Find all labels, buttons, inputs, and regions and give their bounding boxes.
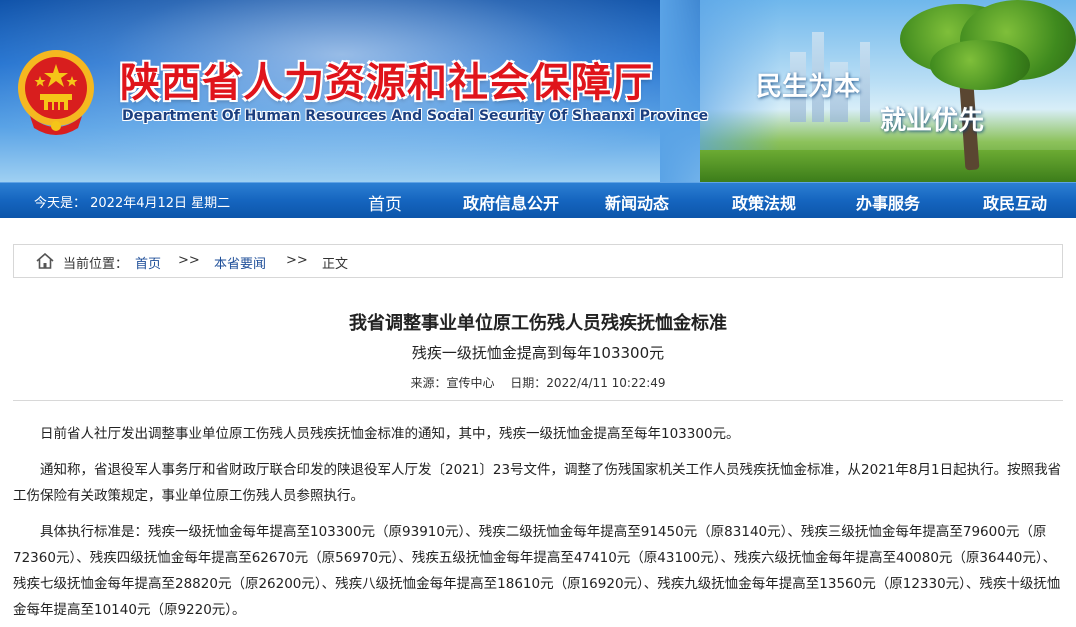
breadcrumb-separator: >> [178, 253, 200, 268]
nav-item-home[interactable]: 首页 [368, 190, 402, 215]
home-icon [36, 253, 54, 269]
breadcrumb-section-link[interactable]: 本省要闻 [214, 253, 266, 272]
article-divider [13, 400, 1063, 401]
article-paragraph: 具体执行标准是：残疾一级抚恤金每年提高至103300元（原93910元）、残疾二… [13, 524, 1061, 618]
nav-item-gov-info[interactable]: 政府信息公开 [463, 190, 559, 214]
breadcrumb-prefix: 当前位置： [63, 257, 129, 272]
article-title: 我省调整事业单位原工伤残人员残疾抚恤金标准 [349, 313, 727, 334]
current-date: 今天是： 2022年4月12日 星期二 [34, 196, 231, 211]
article-paragraph: 通知称，省退役军人事务厅和省财政厅联合印发的陕退役军人厅发〔2021〕23号文件… [13, 462, 1062, 504]
banner-building [860, 42, 870, 122]
site-title-cn: 陕西省人力资源和社会保障厅 [120, 60, 653, 106]
article-meta: 来源：宣传中心 日期：2022/4/11 10:22:49 [0, 374, 1076, 391]
site-banner: 陕西省人力资源和社会保障厅 Department Of Human Resour… [0, 0, 1076, 182]
slogan-line-2: 就业优先 [880, 106, 985, 136]
breadcrumb-separator: >> [286, 253, 308, 268]
banner-tree-crown [930, 40, 1030, 90]
article-date: 日期：2022/4/11 10:22:49 [510, 376, 666, 390]
article-subtitle: 残疾一级抚恤金提高到每年103300元 [411, 344, 665, 362]
slogan-line-1: 民生为本 [756, 72, 861, 102]
nav-item-services[interactable]: 办事服务 [856, 190, 920, 214]
article-source: 来源：宣传中心 [410, 376, 495, 390]
breadcrumb-home-link[interactable]: 首页 [135, 253, 161, 272]
nav-item-news[interactable]: 新闻动态 [605, 190, 669, 214]
main-nav: 今天是： 2022年4月12日 星期二 首页 政府信息公开 新闻动态 政策法规 … [0, 182, 1076, 218]
nav-item-interaction[interactable]: 政民互动 [983, 190, 1047, 214]
breadcrumb: 当前位置： 首页 >> 本省要闻 >> 正文 [13, 244, 1063, 278]
nav-item-policy[interactable]: 政策法规 [732, 190, 796, 214]
national-emblem-icon [18, 50, 94, 135]
site-title-en: Department Of Human Resources And Social… [122, 108, 709, 124]
article-paragraph: 日前省人社厅发出调整事业单位原工伤残人员残疾抚恤金标准的通知，其中，残疾一级抚恤… [40, 426, 740, 442]
breadcrumb-current: 正文 [322, 257, 349, 272]
banner-grass [700, 150, 1076, 182]
